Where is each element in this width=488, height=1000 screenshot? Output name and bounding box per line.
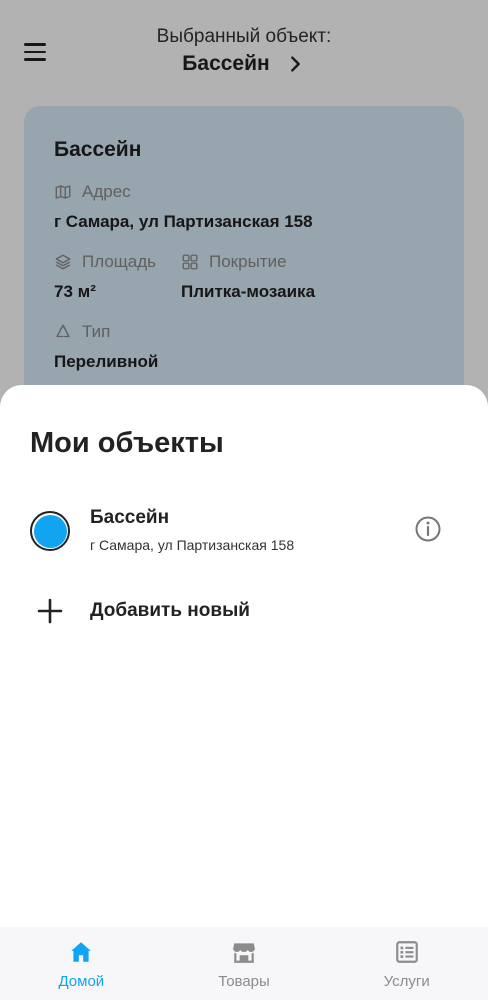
- services-list-icon: [395, 941, 418, 963]
- object-list-item[interactable]: Бассейн г Самара, ул Партизанская 158: [0, 497, 488, 563]
- nav-label-home: Домой: [58, 973, 105, 990]
- object-address: г Самара, ул Партизанская 158: [90, 537, 295, 553]
- nav-item-home[interactable]: Домой: [0, 927, 163, 1000]
- bottom-navigation: Домой Товары Услуги: [0, 927, 488, 1000]
- object-name: Бассейн: [90, 507, 170, 528]
- info-icon[interactable]: [414, 515, 442, 543]
- sheet-title: Мои объекты: [30, 427, 224, 459]
- nav-label-products: Товары: [218, 973, 270, 990]
- add-new-label: Добавить новый: [90, 600, 250, 621]
- nav-label-services: Услуги: [383, 973, 430, 990]
- my-objects-sheet: Мои объекты Бассейн г Самара, ул Партиза…: [0, 385, 488, 1000]
- home-icon: [71, 942, 92, 962]
- add-new-object-button[interactable]: Добавить новый: [0, 589, 488, 633]
- plus-icon: [37, 598, 63, 624]
- store-icon: [233, 943, 255, 963]
- object-radio-selected[interactable]: [30, 511, 70, 551]
- nav-item-products[interactable]: Товары: [163, 927, 326, 1000]
- nav-item-services[interactable]: Услуги: [325, 927, 488, 1000]
- radio-dot: [33, 514, 67, 548]
